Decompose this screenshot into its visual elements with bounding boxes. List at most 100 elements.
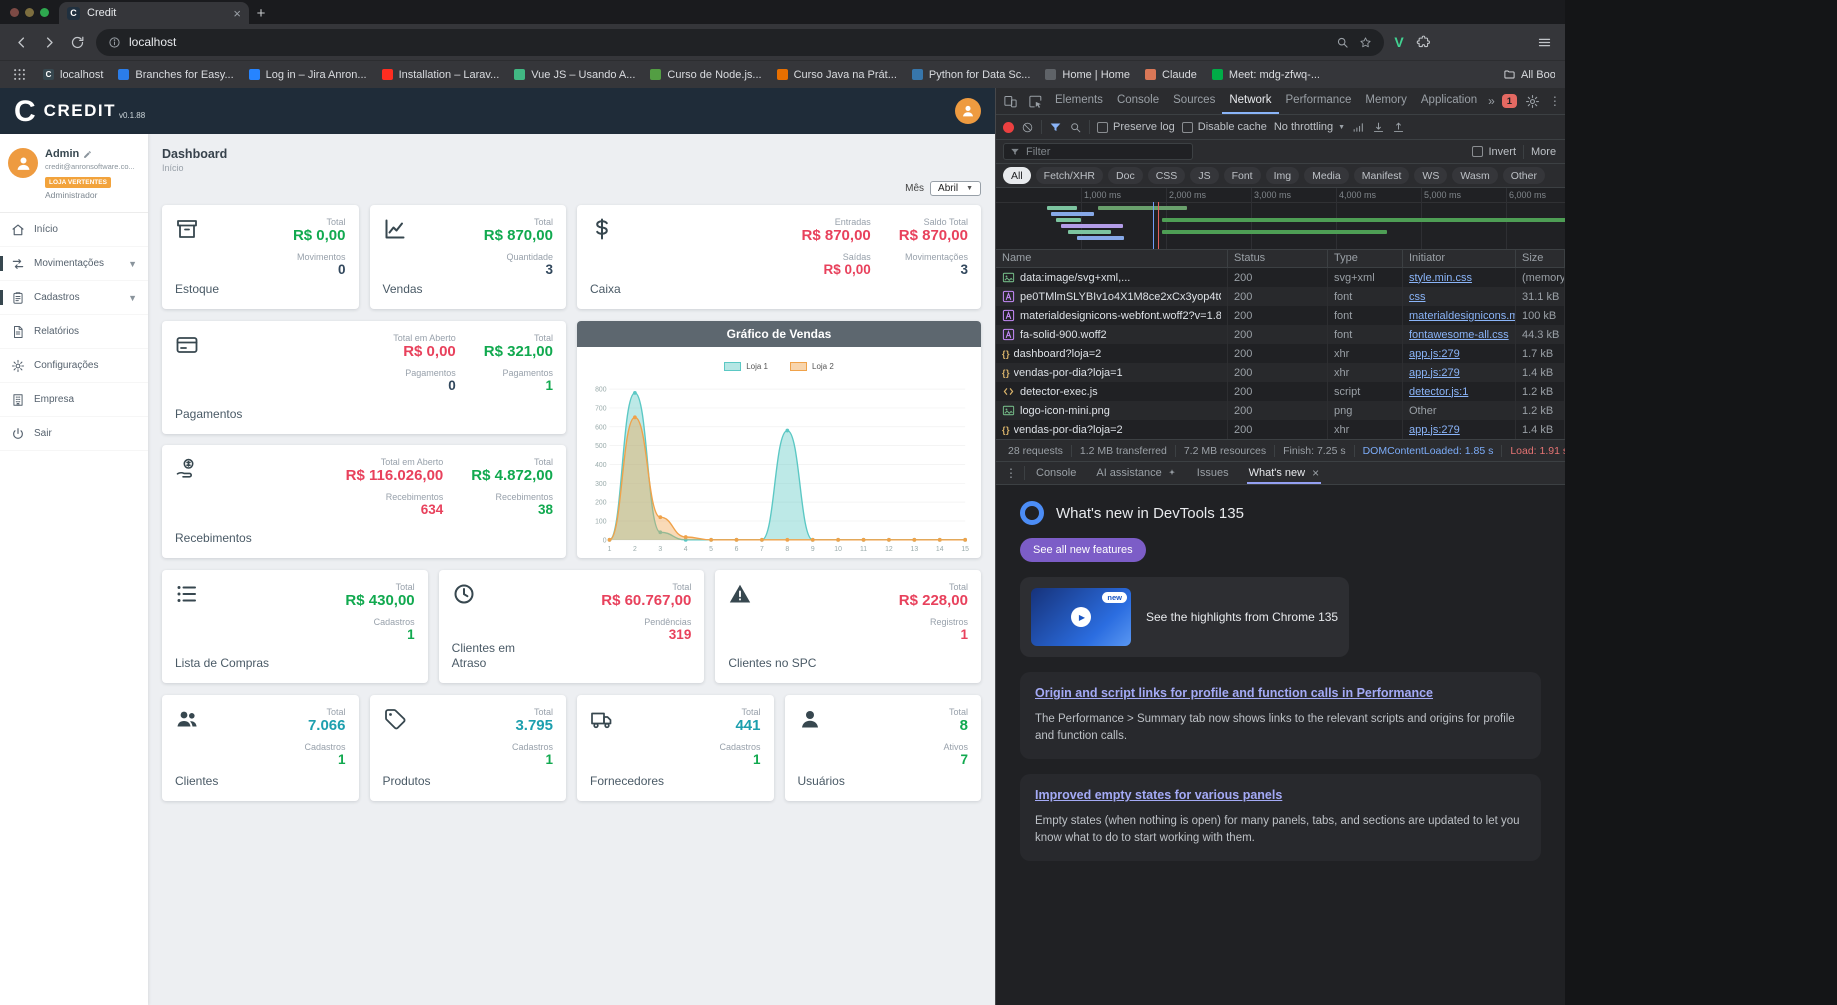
devtools-tab-performance[interactable]: Performance bbox=[1279, 88, 1359, 114]
filter-chip-fetch-xhr[interactable]: Fetch/XHR bbox=[1035, 167, 1104, 184]
throttling-select[interactable]: No throttling ▼ bbox=[1274, 121, 1345, 133]
column-header-status[interactable]: Status bbox=[1228, 250, 1328, 267]
network-request-row[interactable]: pe0TMlmSLYBIv1o4X1M8ce2xCx3yop4tQ... 200 f… bbox=[996, 287, 1565, 306]
drawer-tab-console[interactable]: Console bbox=[1027, 462, 1085, 484]
filter-funnel-icon[interactable] bbox=[1049, 121, 1062, 134]
whatsnew-section-link[interactable]: Improved empty states for various panels bbox=[1035, 787, 1526, 805]
column-header-type[interactable]: Type bbox=[1328, 250, 1403, 267]
sidebar-item-sair[interactable]: Sair bbox=[0, 417, 148, 451]
network-conditions-icon[interactable] bbox=[1352, 121, 1365, 134]
bookmark-item-curso-java-na-prat[interactable]: Curso Java na Prát... bbox=[776, 69, 897, 81]
filter-chip-js[interactable]: JS bbox=[1190, 167, 1219, 184]
all-bookmarks-button[interactable]: All Bookmarks bbox=[1503, 68, 1555, 81]
see-all-features-button[interactable]: See all new features bbox=[1020, 538, 1146, 562]
bookmark-item-python-for-data-sc[interactable]: Python for Data Sc... bbox=[911, 69, 1030, 81]
request-initiator[interactable]: materialdesignicons.mi... bbox=[1409, 310, 1515, 322]
bookmark-item-installation-larav[interactable]: Installation – Larav... bbox=[381, 69, 499, 81]
window-minimize-button[interactable] bbox=[25, 7, 34, 17]
search-icon[interactable] bbox=[1069, 121, 1082, 134]
browser-tab[interactable]: C Credit × bbox=[59, 2, 249, 24]
device-toolbar-icon[interactable] bbox=[998, 88, 1022, 114]
filter-chip-doc[interactable]: Doc bbox=[1108, 167, 1143, 184]
disable-cache-checkbox[interactable]: Disable cache bbox=[1181, 121, 1267, 133]
bookmark-item-home-home[interactable]: Home | Home bbox=[1045, 69, 1130, 81]
request-initiator[interactable]: detector.js:1 bbox=[1409, 386, 1468, 398]
month-select[interactable]: Abril ▼ bbox=[930, 181, 981, 196]
close-icon[interactable]: × bbox=[1312, 466, 1319, 480]
clear-icon[interactable] bbox=[1021, 121, 1034, 134]
preserve-log-checkbox[interactable]: Preserve log bbox=[1097, 121, 1175, 133]
site-info-icon[interactable] bbox=[108, 36, 121, 49]
inspect-icon[interactable] bbox=[1023, 88, 1047, 114]
export-har-icon[interactable] bbox=[1392, 121, 1405, 134]
sidebar-item-inicio[interactable]: Início bbox=[0, 213, 148, 247]
window-zoom-button[interactable] bbox=[40, 7, 49, 17]
zoom-icon[interactable] bbox=[1336, 36, 1349, 49]
request-initiator[interactable]: app.js:279 bbox=[1409, 348, 1460, 360]
filter-chip-img[interactable]: Img bbox=[1265, 167, 1300, 184]
devtools-tab-sources[interactable]: Sources bbox=[1166, 88, 1222, 114]
sidebar-item-cadastros[interactable]: Cadastros ▼ bbox=[0, 281, 148, 315]
tab-close-icon[interactable]: × bbox=[233, 7, 241, 20]
network-overview-timeline[interactable]: 1,000 ms 2,000 ms 3,000 ms 4,000 ms 5,000 ms… bbox=[996, 188, 1565, 250]
filter-chip-ws[interactable]: WS bbox=[1414, 167, 1448, 184]
whatsnew-section-link[interactable]: Origin and script links for profile and … bbox=[1035, 685, 1526, 703]
network-request-row[interactable]: fa-solid-900.woff2 200 font fontawesome-all… bbox=[996, 325, 1565, 344]
reload-icon[interactable] bbox=[64, 29, 90, 55]
filter-chip-css[interactable]: CSS bbox=[1147, 167, 1186, 184]
network-request-row[interactable]: data:image/svg+xml,... 200 svg+xml style.mi… bbox=[996, 268, 1565, 287]
request-initiator[interactable]: app.js:279 bbox=[1409, 424, 1460, 436]
highlights-card[interactable]: new ▶ See the highlights from Chrome 135 bbox=[1020, 577, 1350, 657]
devtools-tab-network[interactable]: Network bbox=[1222, 88, 1279, 114]
devtools-menu-icon[interactable]: ⋮ bbox=[1546, 94, 1564, 108]
browser-menu-icon[interactable] bbox=[1531, 29, 1557, 55]
bookmark-item-claude[interactable]: Claude bbox=[1145, 69, 1197, 81]
bookmark-item-localhost[interactable]: Clocalhost bbox=[43, 69, 103, 81]
header-avatar[interactable] bbox=[955, 98, 981, 124]
request-initiator[interactable]: style.min.css bbox=[1409, 272, 1472, 284]
sidebar-item-relatorios[interactable]: Relatórios bbox=[0, 315, 148, 349]
filter-chip-media[interactable]: Media bbox=[1304, 167, 1349, 184]
network-request-row[interactable]: { } dashboard?loja=2 200 xhr app.js:279 1.7 k… bbox=[996, 344, 1565, 363]
back-icon[interactable] bbox=[8, 29, 34, 55]
edit-pencil-icon[interactable] bbox=[83, 150, 92, 159]
sidebar-item-empresa[interactable]: Empresa bbox=[0, 383, 148, 417]
import-har-icon[interactable] bbox=[1372, 121, 1385, 134]
network-request-row[interactable]: detector-exec.js 200 script detector.js:1 1.… bbox=[996, 382, 1565, 401]
sidebar-item-movimentacoes[interactable]: Movimentações ▼ bbox=[0, 247, 148, 281]
window-close-button[interactable] bbox=[10, 7, 19, 17]
column-header-size[interactable]: Size bbox=[1516, 250, 1565, 267]
filter-input[interactable]: Filter bbox=[1003, 143, 1193, 160]
network-request-row[interactable]: materialdesignicons-webfont.woff2?v=1.8.… bbox=[996, 306, 1565, 325]
invert-checkbox[interactable]: Invert bbox=[1472, 146, 1516, 158]
drawer-tab-issues[interactable]: Issues bbox=[1188, 462, 1238, 484]
column-header-name[interactable]: Name bbox=[996, 250, 1228, 267]
new-tab-button[interactable]: + bbox=[249, 2, 273, 24]
devtools-tab-console[interactable]: Console bbox=[1110, 88, 1166, 114]
filter-chip-manifest[interactable]: Manifest bbox=[1353, 167, 1410, 184]
extensions-puzzle-icon[interactable] bbox=[1410, 29, 1436, 55]
forward-icon[interactable] bbox=[36, 29, 62, 55]
request-initiator[interactable]: app.js:279 bbox=[1409, 367, 1460, 379]
devtools-tab-memory[interactable]: Memory bbox=[1358, 88, 1414, 114]
request-initiator[interactable]: fontawesome-all.css bbox=[1409, 329, 1509, 341]
bookmark-item-log-in-jira-anron[interactable]: Log in – Jira Anron... bbox=[248, 69, 367, 81]
more-tabs-icon[interactable]: » bbox=[1485, 94, 1498, 108]
sidebar-item-configuracoes[interactable]: Configurações bbox=[0, 349, 148, 383]
network-request-row[interactable]: logo-icon-mini.png 200 png Other 1.2 kB bbox=[996, 401, 1565, 420]
bookmark-star-icon[interactable] bbox=[1359, 36, 1372, 49]
address-bar[interactable]: localhost bbox=[96, 28, 1384, 56]
apps-grid-icon[interactable] bbox=[10, 66, 28, 84]
filter-chip-wasm[interactable]: Wasm bbox=[1452, 167, 1498, 184]
drawer-menu-icon[interactable]: ⋮ bbox=[1000, 466, 1022, 480]
request-initiator[interactable]: css bbox=[1409, 291, 1426, 303]
network-request-row[interactable]: { } vendas-por-dia?loja=2 200 xhr app.js:279… bbox=[996, 420, 1565, 439]
bookmark-item-vue-js-usando-a[interactable]: Vue JS – Usando A... bbox=[514, 69, 635, 81]
column-header-initiator[interactable]: Initiator bbox=[1403, 250, 1516, 267]
bookmark-item-meet-mdg-zfwq[interactable]: Meet: mdg-zfwq-... bbox=[1211, 69, 1320, 81]
settings-gear-icon[interactable] bbox=[1521, 88, 1545, 114]
filter-chip-font[interactable]: Font bbox=[1223, 167, 1261, 184]
bookmark-item-curso-de-node-js[interactable]: Curso de Node.js... bbox=[650, 69, 762, 81]
bookmark-item-branches-for-easy[interactable]: Branches for Easy... bbox=[118, 69, 234, 81]
filter-chip-other[interactable]: Other bbox=[1502, 167, 1545, 184]
